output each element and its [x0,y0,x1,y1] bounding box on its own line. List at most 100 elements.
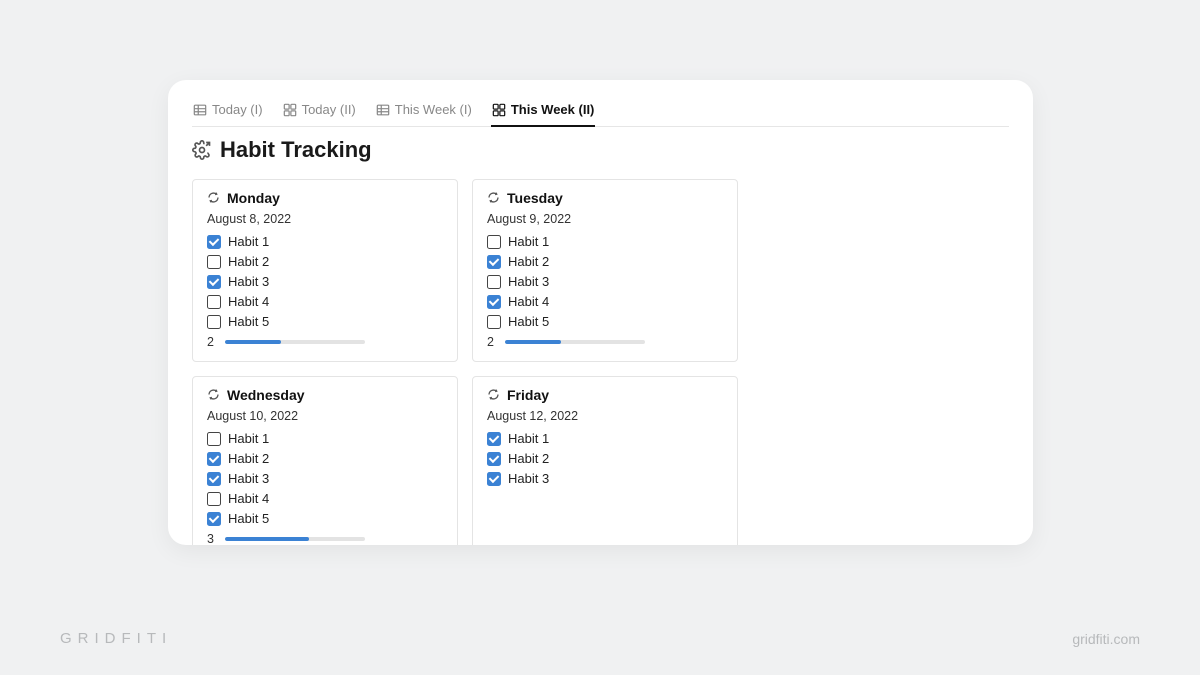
habit-row: Habit 5 [207,511,443,526]
table-icon [376,103,390,117]
card-header: Friday [487,387,723,403]
habit-checkbox[interactable] [487,472,501,486]
card-header: Monday [207,190,443,206]
habit-row: Habit 3 [207,274,443,289]
habit-label: Habit 1 [508,431,549,446]
habit-label: Habit 4 [508,294,549,309]
habit-label: Habit 2 [508,254,549,269]
habit-label: Habit 3 [228,274,269,289]
habit-checkbox[interactable] [487,255,501,269]
progress-count: 2 [207,335,217,349]
card-day-name: Tuesday [507,190,563,206]
habit-checkbox[interactable] [207,472,221,486]
habit-row: Habit 4 [487,294,723,309]
day-card-wednesday[interactable]: Wednesday August 10, 2022 Habit 1 Habit 2 Ha… [192,376,458,545]
habit-label: Habit 3 [508,471,549,486]
habit-row: Habit 3 [487,274,723,289]
card-header: Tuesday [487,190,723,206]
habit-label: Habit 2 [508,451,549,466]
habit-row: Habit 2 [487,451,723,466]
habit-checkbox[interactable] [207,295,221,309]
habit-row: Habit 2 [207,254,443,269]
habit-checkbox[interactable] [487,432,501,446]
habit-row: Habit 1 [487,234,723,249]
tab-label: This Week (I) [395,102,472,117]
habit-checkbox[interactable] [207,255,221,269]
habit-row: Habit 1 [207,431,443,446]
card-header: Wednesday [207,387,443,403]
habit-checkbox[interactable] [487,275,501,289]
card-day-name: Wednesday [227,387,305,403]
progress-count: 3 [207,532,217,545]
habit-label: Habit 5 [228,511,269,526]
habit-row: Habit 4 [207,294,443,309]
tab-this-week-i-[interactable]: This Week (I) [375,98,473,127]
habit-checkbox[interactable] [207,235,221,249]
board: Monday August 8, 2022 Habit 1 Habit 2 Habit … [192,179,1009,545]
habit-row: Habit 3 [207,471,443,486]
habit-checkbox[interactable] [207,315,221,329]
habit-label: Habit 3 [508,274,549,289]
progress-fill [225,537,309,541]
habit-checkbox[interactable] [207,452,221,466]
habit-row: Habit 2 [487,254,723,269]
habit-checkbox[interactable] [207,432,221,446]
habit-label: Habit 4 [228,491,269,506]
habit-label: Habit 1 [508,234,549,249]
brand-url: gridfiti.com [1072,631,1140,647]
habit-checkbox[interactable] [487,315,501,329]
progress-bar [505,340,645,344]
habit-label: Habit 5 [228,314,269,329]
progress-bar [225,340,365,344]
card-date: August 9, 2022 [487,212,723,226]
habit-row: Habit 4 [207,491,443,506]
habit-checkbox[interactable] [207,512,221,526]
brand-logo: GRIDFITI [60,630,172,647]
progress-row: 2 [487,335,723,349]
habit-row: Habit 5 [487,314,723,329]
progress-fill [505,340,561,344]
habit-label: Habit 2 [228,451,269,466]
habit-label: Habit 1 [228,234,269,249]
sync-icon [487,388,501,402]
habit-checkbox[interactable] [487,295,501,309]
day-card-tuesday[interactable]: Tuesday August 9, 2022 Habit 1 Habit 2 Habit… [472,179,738,362]
sync-icon [207,388,221,402]
habit-label: Habit 5 [508,314,549,329]
app-frame: Today (I) Today (II) This Week (I) This Wee… [168,80,1033,545]
day-card-friday[interactable]: Friday August 12, 2022 Habit 1 Habit 2 Habit… [472,376,738,545]
tab-label: Today (I) [212,102,263,117]
card-date: August 8, 2022 [207,212,443,226]
card-date: August 12, 2022 [487,409,723,423]
sync-icon [487,191,501,205]
tab-today-i-[interactable]: Today (I) [192,98,264,127]
habit-row: Habit 3 [487,471,723,486]
progress-bar [225,537,365,541]
tab-today-ii-[interactable]: Today (II) [282,98,357,127]
tab-this-week-ii-[interactable]: This Week (II) [491,98,596,127]
progress-count: 2 [487,335,497,349]
card-day-name: Monday [227,190,280,206]
habit-checkbox[interactable] [487,235,501,249]
day-card-monday[interactable]: Monday August 8, 2022 Habit 1 Habit 2 Habit … [192,179,458,362]
habit-row: Habit 1 [207,234,443,249]
habit-checkbox[interactable] [487,452,501,466]
habit-label: Habit 2 [228,254,269,269]
sync-icon [207,191,221,205]
habit-label: Habit 3 [228,471,269,486]
habit-label: Habit 4 [228,294,269,309]
tab-label: This Week (II) [511,102,595,117]
table-icon [193,103,207,117]
grid-icon [492,103,506,117]
habit-row: Habit 5 [207,314,443,329]
habit-checkbox[interactable] [207,492,221,506]
habit-row: Habit 1 [487,431,723,446]
card-date: August 10, 2022 [207,409,443,423]
grid-icon [283,103,297,117]
habit-row: Habit 2 [207,451,443,466]
habit-checkbox[interactable] [207,275,221,289]
progress-fill [225,340,281,344]
card-day-name: Friday [507,387,549,403]
habit-label: Habit 1 [228,431,269,446]
gear-arrow-icon [192,140,212,160]
